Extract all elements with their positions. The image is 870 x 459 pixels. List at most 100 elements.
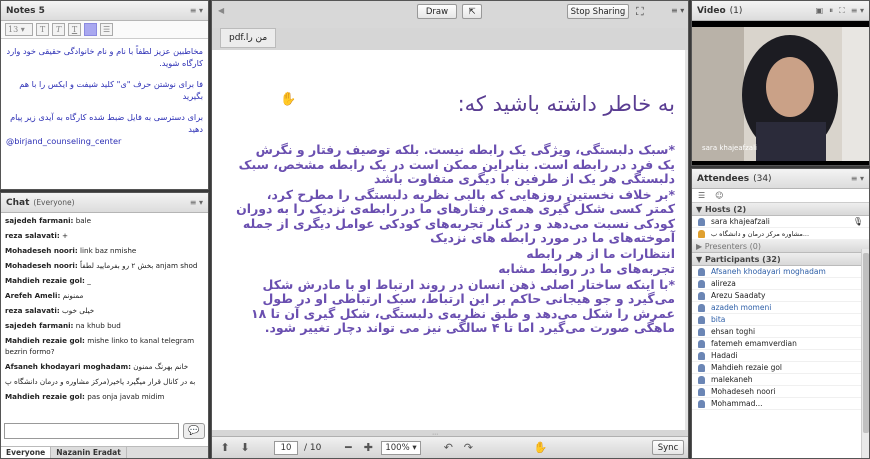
page-down-icon[interactable]: ⬇ [238, 441, 252, 454]
chat-sender: Mahdieh rezaie gol: [5, 336, 85, 345]
attendees-pod: Attendees (34) ≡ ▾ ☰ ☺ ▼ Hosts (2) sara … [691, 168, 870, 459]
undo-icon[interactable]: ↶ [441, 441, 455, 454]
page-number-input[interactable]: 10 [274, 440, 298, 455]
list-view-icon[interactable]: ☰ [698, 191, 705, 200]
chat-sender: sajedeh farmani: [5, 321, 74, 330]
draw-button[interactable]: Draw [417, 4, 457, 19]
hosts-label: Hosts (2) [704, 204, 747, 214]
sync-button[interactable]: Sync [652, 440, 684, 455]
redo-icon[interactable]: ↷ [461, 441, 475, 454]
notes-toolbar: 13 ▾ T T T ☰ [1, 21, 208, 39]
participant-name: ehsan toghi [711, 327, 756, 336]
chat-sender: Mohadeseh noori: [5, 261, 78, 270]
chat-text: link baz nmishe [80, 246, 137, 255]
notes-title: Notes 5 [6, 5, 45, 16]
attendees-menu-button[interactable]: ≡ ▾ [851, 174, 864, 183]
notes-menu-button[interactable]: ≡ ▾ [190, 6, 203, 15]
presenters-section[interactable]: ▶ Presenters (0) [692, 240, 869, 253]
slide-paragraph: *سبک دلبستگی، ویژگی یک رابطه نیست. بلکه … [238, 142, 675, 186]
participants-section[interactable]: ▼ Participants (32) [692, 253, 869, 266]
share-menu-button[interactable]: ≡ ▾ [671, 6, 684, 15]
participant-row[interactable]: Arezu Saadaty [692, 290, 869, 302]
participant-row[interactable]: Mohadeseh noori [692, 386, 869, 398]
slide-paragraph: *بر خلاف نخستین روزهایی که بالبی نظریه د… [236, 186, 675, 245]
document-filename: pdf.من را [220, 28, 277, 48]
chat-message: به در کانال قرار میگیرد یاخیر(مرکز مشاور… [5, 376, 204, 387]
video-menu-button[interactable]: ≡ ▾ [851, 6, 864, 15]
host-row[interactable]: مشاوره مرکز درمان و دانشگاه ب... [692, 228, 869, 240]
slide-paragraph: انتظارات ما از هر رابطه [526, 245, 675, 261]
font-size-select[interactable]: 13 ▾ [5, 23, 33, 36]
bold-icon[interactable]: T [36, 23, 49, 36]
chat-message-list: sajedeh farmani: bale reza salavati: + Moh… [1, 213, 208, 433]
chat-pod: Chat (Everyone) ≡ ▾ sajedeh farmani: bal… [0, 192, 209, 459]
participant-row[interactable]: malekaneh [692, 374, 869, 386]
user-icon [698, 229, 705, 238]
zoom-out-icon[interactable]: ━ [341, 441, 355, 454]
chat-tab-everyone[interactable]: Everyone [1, 447, 52, 458]
chat-text: pas onja javab midim [87, 392, 165, 401]
participant-row[interactable]: ehsan toghi [692, 326, 869, 338]
participant-list: Afsaneh khodayari moghadam alireza Arezu S… [692, 266, 869, 410]
user-view-icon[interactable]: ☺ [715, 191, 723, 200]
hand-cursor-icon: ✋ [280, 92, 297, 107]
back-arrow-icon[interactable]: ◀ [218, 6, 224, 15]
participant-row[interactable]: alireza [692, 278, 869, 290]
zoom-select[interactable]: 100% ▾ [381, 440, 422, 455]
participant-row[interactable]: Afsaneh khodayari moghadam [692, 266, 869, 278]
webcam-feed: sara khajeafzali [692, 27, 869, 161]
page-total: / 10 [304, 442, 322, 453]
italic-icon[interactable]: T [52, 23, 65, 36]
notes-header: Notes 5 ≡ ▾ [1, 1, 208, 21]
chat-text: ممنونم [62, 291, 84, 300]
notes-pod: Notes 5 ≡ ▾ 13 ▾ T T T ☰ مخاطبین عزیز لط… [0, 0, 209, 190]
user-icon [698, 399, 705, 408]
slide-paragraph: *با اینکه ساختار اصلی ذهن انسان در روند … [251, 276, 675, 335]
notes-body: مخاطبین عزیز لطفاً با نام و نام خانوادگی… [1, 39, 208, 153]
stop-sharing-button[interactable]: Stop Sharing [567, 4, 629, 19]
video-fullscreen-icon[interactable]: ⛶ [839, 6, 845, 16]
text-color-icon[interactable] [84, 23, 97, 36]
participant-row[interactable]: Mahdieh rezaie gol [692, 362, 869, 374]
participant-row[interactable]: azadeh momeni [692, 302, 869, 314]
host-row[interactable]: sara khajeafzali 🎙 [692, 216, 869, 228]
pause-icon[interactable]: ⏸ [829, 6, 833, 16]
page-up-icon[interactable]: ⬆ [218, 441, 232, 454]
zoom-in-icon[interactable]: ✚ [361, 441, 375, 454]
scrollbar-thumb[interactable] [863, 253, 869, 433]
chat-input[interactable] [4, 423, 179, 439]
slide-page: به خاطر داشته باشید که: ✋ *سبک دلبستگی، … [212, 50, 685, 430]
slide-title: به خاطر داشته باشید که: [457, 92, 675, 116]
hosts-section[interactable]: ▼ Hosts (2) [692, 203, 869, 216]
video-count: (1) [729, 5, 743, 16]
underline-icon[interactable]: T [68, 23, 81, 36]
send-icon[interactable]: 💬 [183, 423, 205, 439]
participant-row[interactable]: bita [692, 314, 869, 326]
chat-title: Chat [6, 197, 30, 208]
zoom-value: 100% [385, 442, 410, 453]
chat-sender: reza salavati: [5, 231, 60, 240]
chat-header: Chat (Everyone) ≡ ▾ [1, 193, 208, 213]
fullscreen-icon[interactable]: ⛶ [636, 5, 644, 19]
hand-tool-icon[interactable]: ✋ [533, 441, 548, 454]
participant-row[interactable]: Mohammad... [692, 398, 869, 410]
participant-row[interactable]: Hadadi [692, 350, 869, 362]
participant-name: Afsaneh khodayari moghadam [711, 267, 826, 276]
chat-sender: Mohadeseh noori: [5, 246, 78, 255]
chat-menu-button[interactable]: ≡ ▾ [190, 198, 203, 207]
vertical-scrollbar[interactable] [685, 50, 688, 430]
chat-tab-private[interactable]: Nazanin Eradat [51, 447, 127, 458]
participants-label: Participants (32) [704, 254, 781, 264]
chat-message: Mohadeseh noori: بخش ۲ رو بفرمایید لطفاً… [5, 260, 204, 271]
participant-name: azadeh momeni [711, 303, 772, 312]
notes-paragraph: برای دسترسی به فایل ضبط شده کارگاه به آی… [10, 112, 203, 134]
participant-row[interactable]: fatemeh emamverdian [692, 338, 869, 350]
pointer-icon[interactable]: ⇱ [462, 4, 482, 19]
chat-text: به در کانال قرار میگیرد یاخیر(مرکز مشاور… [5, 377, 196, 386]
user-icon [698, 351, 705, 360]
notes-handle: @birjand_counseling_center [6, 136, 122, 146]
camera-icon[interactable]: ▣ [816, 6, 824, 15]
list-icon[interactable]: ☰ [100, 23, 114, 36]
attendees-scrollbar[interactable] [861, 249, 869, 458]
chat-message: reza salavati: خیلی خوب [5, 305, 204, 316]
